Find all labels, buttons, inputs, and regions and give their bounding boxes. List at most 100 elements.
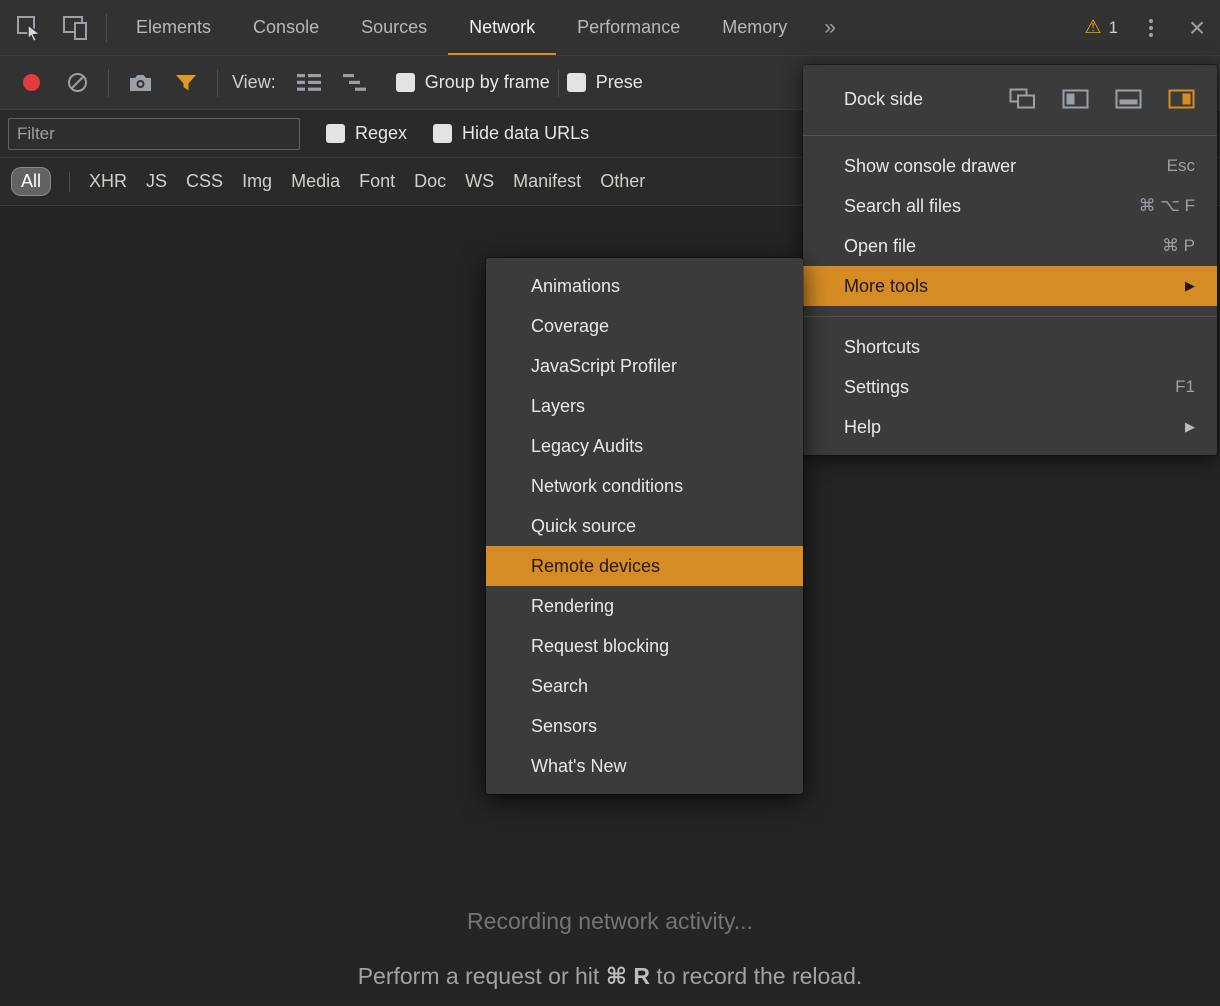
- close-icon[interactable]: ×: [1174, 0, 1220, 55]
- list-rows-glyph: [296, 73, 322, 92]
- submenu-item-label: Request blocking: [531, 636, 669, 657]
- separator: [106, 14, 107, 42]
- group-by-frame-label: Group by frame: [425, 72, 550, 93]
- submenu-item-animations[interactable]: Animations: [486, 266, 803, 306]
- filter-type-manifest[interactable]: Manifest: [513, 171, 581, 192]
- menu-item-shortcut: Esc: [1167, 156, 1195, 176]
- filter-type-other[interactable]: Other: [600, 171, 645, 192]
- group-by-frame-checkbox[interactable]: Group by frame: [396, 72, 550, 93]
- menu-item-help[interactable]: Help ▶: [803, 407, 1217, 447]
- submenu-item-layers[interactable]: Layers: [486, 386, 803, 426]
- submenu-item-request-blocking[interactable]: Request blocking: [486, 626, 803, 666]
- view-label: View:: [232, 72, 276, 93]
- dock-bottom-icon[interactable]: [1115, 88, 1142, 110]
- submenu-item-search[interactable]: Search: [486, 666, 803, 706]
- dock-side-row: Dock side: [803, 73, 1217, 125]
- waterfall-glyph: [342, 73, 368, 92]
- menu-item-open-file[interactable]: Open file ⌘ P: [803, 226, 1217, 266]
- submenu-item-quick-source[interactable]: Quick source: [486, 506, 803, 546]
- tab-network[interactable]: Network: [448, 0, 556, 55]
- devtools-main-menu: Dock side Show console drawer Esc Search…: [803, 65, 1217, 455]
- submenu-item-label: What's New: [531, 756, 626, 777]
- submenu-arrow-icon: ▶: [1185, 278, 1195, 294]
- main-menu-kebab-icon[interactable]: [1128, 0, 1174, 55]
- record-button[interactable]: [8, 74, 54, 91]
- submenu-item-label: Sensors: [531, 716, 597, 737]
- submenu-item-sensors[interactable]: Sensors: [486, 706, 803, 746]
- camera-glyph: [128, 72, 153, 93]
- menu-item-label: Search all files: [844, 196, 961, 217]
- hide-data-urls-checkbox[interactable]: Hide data URLs: [433, 123, 589, 144]
- submenu-item-label: JavaScript Profiler: [531, 356, 677, 377]
- reload-hint-prefix: Perform a request or hit: [358, 963, 606, 989]
- checkbox-box: [396, 73, 415, 92]
- tab-console[interactable]: Console: [232, 0, 340, 55]
- filter-type-css[interactable]: CSS: [186, 171, 223, 192]
- menu-separator: [803, 135, 1217, 136]
- filter-type-font[interactable]: Font: [359, 171, 395, 192]
- screenshot-camera-icon[interactable]: [117, 72, 163, 93]
- submenu-item-label: Animations: [531, 276, 620, 297]
- menu-item-more-tools[interactable]: More tools ▶: [803, 266, 1217, 306]
- filter-type-ws[interactable]: WS: [465, 171, 494, 192]
- filter-type-doc[interactable]: Doc: [414, 171, 446, 192]
- filter-type-img[interactable]: Img: [242, 171, 272, 192]
- menu-item-shortcut: ⌘ ⌥ F: [1139, 196, 1195, 216]
- menu-item-label: Help: [844, 417, 881, 438]
- submenu-item-whats-new[interactable]: What's New: [486, 746, 803, 786]
- warning-badge[interactable]: ⚠ 1: [1074, 0, 1128, 55]
- submenu-arrow-icon: ▶: [1185, 419, 1195, 435]
- menu-item-search-all-files[interactable]: Search all files ⌘ ⌥ F: [803, 186, 1217, 226]
- submenu-item-label: Network conditions: [531, 476, 683, 497]
- menu-item-label: Open file: [844, 236, 916, 257]
- submenu-item-network-conditions[interactable]: Network conditions: [486, 466, 803, 506]
- more-tabs-chevron-icon[interactable]: »: [808, 0, 852, 55]
- menu-item-shortcuts[interactable]: Shortcuts: [803, 327, 1217, 367]
- regex-checkbox[interactable]: Regex: [326, 123, 407, 144]
- menu-item-show-console-drawer[interactable]: Show console drawer Esc: [803, 146, 1217, 186]
- tab-memory[interactable]: Memory: [701, 0, 808, 55]
- device-toolbar-glyph: [61, 15, 89, 41]
- funnel-glyph: [175, 74, 197, 92]
- menu-item-label: Shortcuts: [844, 337, 920, 358]
- submenu-item-coverage[interactable]: Coverage: [486, 306, 803, 346]
- menu-item-label: More tools: [844, 276, 928, 297]
- submenu-item-label: Layers: [531, 396, 585, 417]
- clear-glyph: [66, 71, 89, 94]
- tab-sources[interactable]: Sources: [340, 0, 448, 55]
- menu-separator: [803, 316, 1217, 317]
- filter-type-media[interactable]: Media: [291, 171, 340, 192]
- show-overview-icon[interactable]: [332, 73, 378, 92]
- tab-elements[interactable]: Elements: [115, 0, 232, 55]
- submenu-item-legacy-audits[interactable]: Legacy Audits: [486, 426, 803, 466]
- undock-icon[interactable]: [1009, 88, 1036, 110]
- menu-item-label: Show console drawer: [844, 156, 1016, 177]
- clear-icon[interactable]: [54, 71, 100, 94]
- dock-side-label: Dock side: [844, 89, 923, 110]
- filter-input[interactable]: [8, 118, 300, 150]
- checkbox-box: [326, 124, 345, 143]
- filter-type-js[interactable]: JS: [146, 171, 167, 192]
- filter-type-xhr[interactable]: XHR: [89, 171, 127, 192]
- tabbar-spacer: [852, 0, 1075, 55]
- submenu-item-javascript-profiler[interactable]: JavaScript Profiler: [486, 346, 803, 386]
- tab-performance[interactable]: Performance: [556, 0, 701, 55]
- menu-item-settings[interactable]: Settings F1: [803, 367, 1217, 407]
- dock-right-icon[interactable]: [1168, 88, 1195, 110]
- submenu-item-rendering[interactable]: Rendering: [486, 586, 803, 626]
- device-toolbar-icon[interactable]: [52, 0, 98, 55]
- filter-type-all[interactable]: All: [12, 168, 50, 195]
- devtools-tabbar: Elements Console Sources Network Perform…: [0, 0, 1220, 56]
- inspect-element-icon[interactable]: [6, 0, 52, 55]
- submenu-item-remote-devices[interactable]: Remote devices: [486, 546, 803, 586]
- more-tools-submenu: Animations Coverage JavaScript Profiler …: [486, 258, 803, 794]
- separator: [69, 172, 70, 192]
- filter-funnel-icon[interactable]: [163, 74, 209, 92]
- menu-item-label: Settings: [844, 377, 909, 398]
- dock-left-icon[interactable]: [1062, 88, 1089, 110]
- recording-status-text: Recording network activity...: [0, 908, 1220, 935]
- large-request-rows-icon[interactable]: [286, 73, 332, 92]
- submenu-item-label: Quick source: [531, 516, 636, 537]
- reload-hint-suffix: to record the reload.: [650, 963, 862, 989]
- preserve-log-checkbox[interactable]: Prese: [567, 72, 643, 93]
